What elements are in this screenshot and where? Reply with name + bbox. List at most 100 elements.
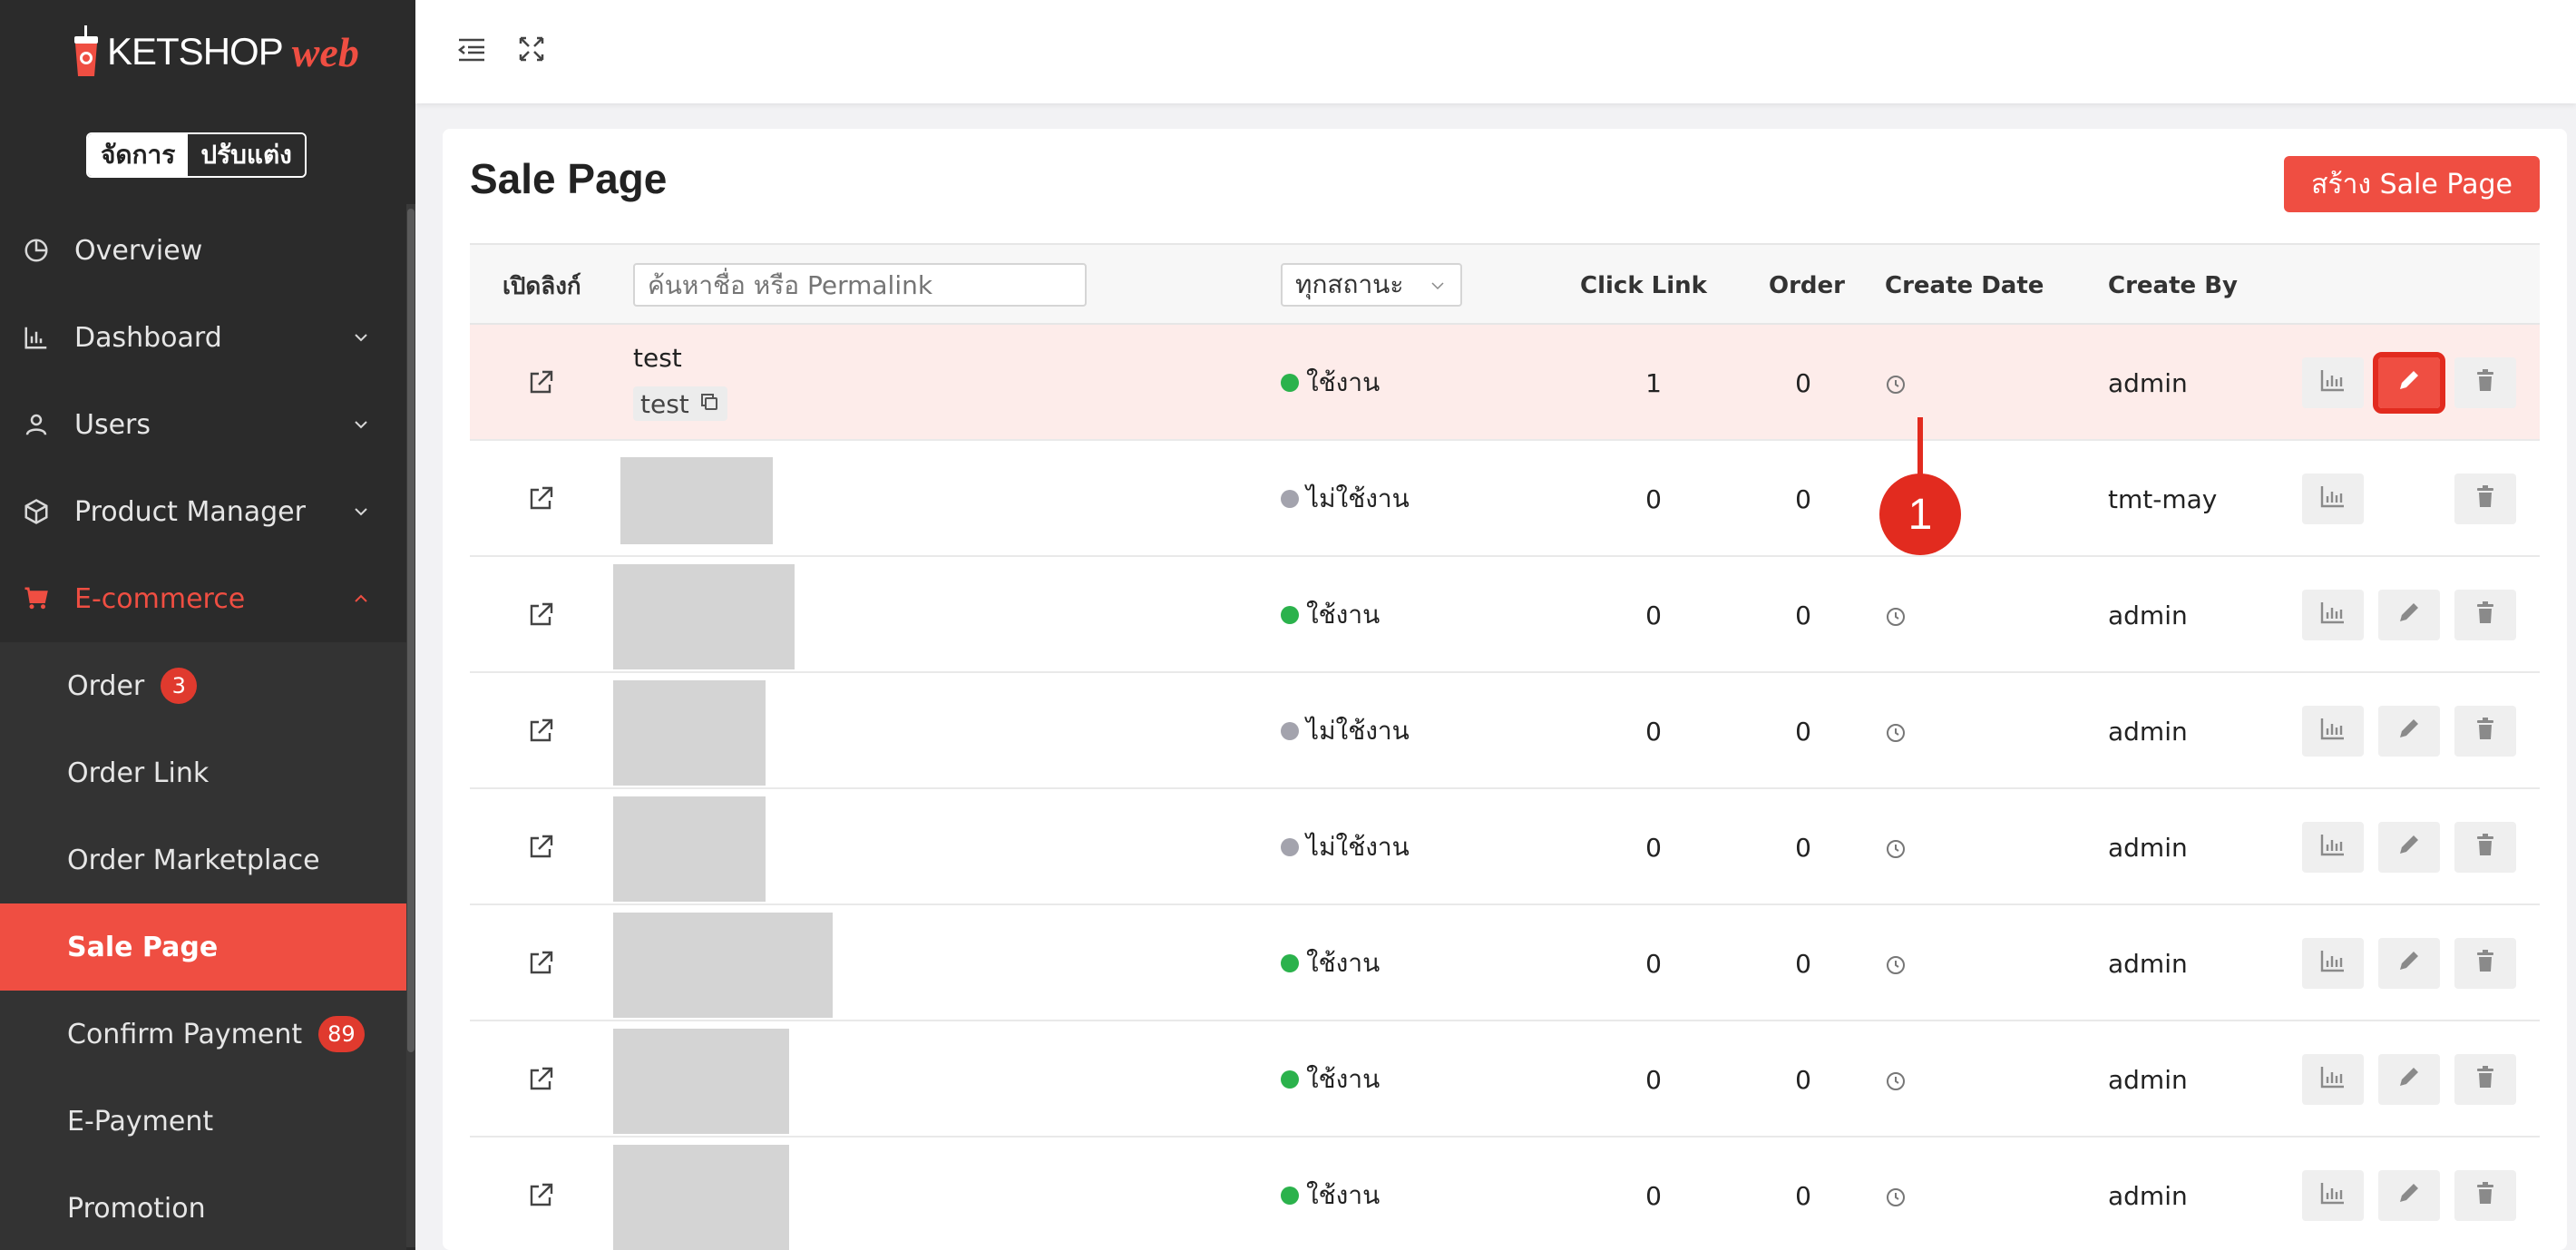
table-row: ไม่ใช้งาน 0 0 admin [470,673,2540,789]
edit-button[interactable] [2378,822,2440,873]
sidebar-item-sale-page[interactable]: Sale Page [0,903,406,991]
bar-chart-icon [2319,1063,2347,1097]
clock-icon [1885,836,1907,858]
click-count: 0 [1645,832,1662,863]
edit-button[interactable] [2378,706,2440,757]
table-row: ไม่ใช้งาน 0 0 admin [470,789,2540,905]
open-link-icon[interactable] [526,833,555,862]
pencil-icon [2395,1063,2423,1097]
clock-icon [1885,952,1907,974]
delete-button[interactable] [2454,822,2516,873]
clock-icon [1885,1069,1907,1090]
sidebar-item-overview[interactable]: Overview [0,207,406,294]
delete-button[interactable] [2454,1054,2516,1105]
fullscreen-icon[interactable] [515,33,548,65]
table-row: ใช้งาน 0 0 admin [470,905,2540,1021]
sale-page-thumbnail [613,680,766,786]
sidebar-item-users[interactable]: Users [0,381,406,468]
edit-button[interactable] [2378,1054,2440,1105]
sidebar-item-label: Order [67,669,145,702]
open-link-icon[interactable] [526,484,555,513]
sidebar-item-promotion[interactable]: Promotion [0,1165,406,1250]
mode-manage-button[interactable]: จัดการ [88,134,189,176]
sidebar-scrollbar-thumb[interactable] [407,209,415,1052]
pencil-icon [2395,831,2423,864]
delete-button[interactable] [2454,1170,2516,1221]
sidebar-item-order[interactable]: Order 3 [0,642,406,729]
open-link-icon[interactable] [526,1065,555,1094]
stats-button[interactable] [2302,706,2364,757]
status-text: ใช้งาน [1306,948,1381,978]
open-link-icon[interactable] [526,368,555,397]
chevron-down-icon [355,421,367,429]
search-input[interactable] [633,263,1087,307]
status-filter-select[interactable]: ทุกสถานะ [1281,263,1462,307]
clock-icon [1885,1185,1907,1206]
bar-chart-icon [2319,483,2347,516]
sidebar-item-e-payment[interactable]: E-Payment [0,1078,406,1165]
order-count: 0 [1795,1180,1811,1211]
order-count: 0 [1795,948,1811,979]
creator-name: admin [2108,367,2188,398]
open-link-icon[interactable] [526,601,555,630]
chevron-up-icon [355,594,367,602]
clock-icon [1885,604,1907,626]
logo[interactable]: KETSHOP web [73,20,359,83]
chevron-down-icon [355,508,367,516]
open-link-icon[interactable] [526,1181,555,1210]
annotation-marker: 1 [1879,474,1961,555]
stats-button[interactable] [2302,1054,2364,1105]
sidebar-item-label: Sale Page [67,931,219,963]
delete-button[interactable] [2454,938,2516,989]
trash-icon [2472,947,2499,981]
status-dot [1281,722,1299,740]
delete-button[interactable] [2454,706,2516,757]
sidebar-item-order-link[interactable]: Order Link [0,729,406,816]
collapse-menu-icon[interactable] [455,33,488,65]
status-text: ไม่ใช้งาน [1306,483,1410,513]
sidebar-item-order-marketplace[interactable]: Order Marketplace [0,816,406,903]
delete-button[interactable] [2454,357,2516,408]
open-link-icon[interactable] [526,717,555,746]
table-body: test test ใช้งาน 1 0 admin ไม่ใช้งาน 0 0 tmt-may ใ… [470,325,2540,1250]
sidebar-item-product-manager[interactable]: Product Manager [0,468,406,555]
sidebar-item-confirm-payment[interactable]: Confirm Payment 89 [0,991,406,1078]
edit-button[interactable] [2373,352,2445,414]
status-text: ไม่ใช้งาน [1306,832,1410,862]
delete-button[interactable] [2454,474,2516,524]
sidebar-item-label: Confirm Payment [67,1018,303,1050]
order-count: 0 [1795,832,1811,863]
status-dot [1281,490,1299,508]
sidebar-item-label: Product Manager [74,495,306,528]
order-count-badge: 3 [161,668,198,704]
stats-button[interactable] [2302,938,2364,989]
stats-button[interactable] [2302,1170,2364,1221]
copy-icon[interactable] [698,389,720,419]
delete-button[interactable] [2454,590,2516,640]
open-link-icon[interactable] [526,949,555,978]
permalink-chip: test [633,386,727,421]
sidebar-item-ecommerce[interactable]: E-commerce [0,555,406,642]
status-dot [1281,954,1299,972]
col-open-link: เปิดลิงก์ [503,272,581,300]
pie-chart-icon [22,236,51,265]
sidebar-item-label: Order Link [67,757,210,789]
sale-page-thumbnail [613,1145,789,1250]
mode-customize-button[interactable]: ปรับแต่ง [188,134,305,176]
edit-button[interactable] [2378,590,2440,640]
create-sale-page-button[interactable]: สร้าง Sale Page [2284,156,2540,212]
edit-button[interactable] [2378,1170,2440,1221]
stats-button[interactable] [2302,822,2364,873]
click-count: 0 [1645,600,1662,630]
edit-button[interactable] [2378,938,2440,989]
click-count: 0 [1645,483,1662,514]
stats-button[interactable] [2302,590,2364,640]
order-count: 0 [1795,483,1811,514]
order-count: 0 [1795,367,1811,398]
stats-button[interactable] [2302,474,2364,524]
sale-page-thumbnail [613,1029,789,1134]
click-count: 0 [1645,1064,1662,1095]
sidebar-item-dashboard[interactable]: Dashboard [0,294,406,381]
stats-button[interactable] [2302,357,2364,408]
status-text: ใช้งาน [1306,1180,1381,1210]
